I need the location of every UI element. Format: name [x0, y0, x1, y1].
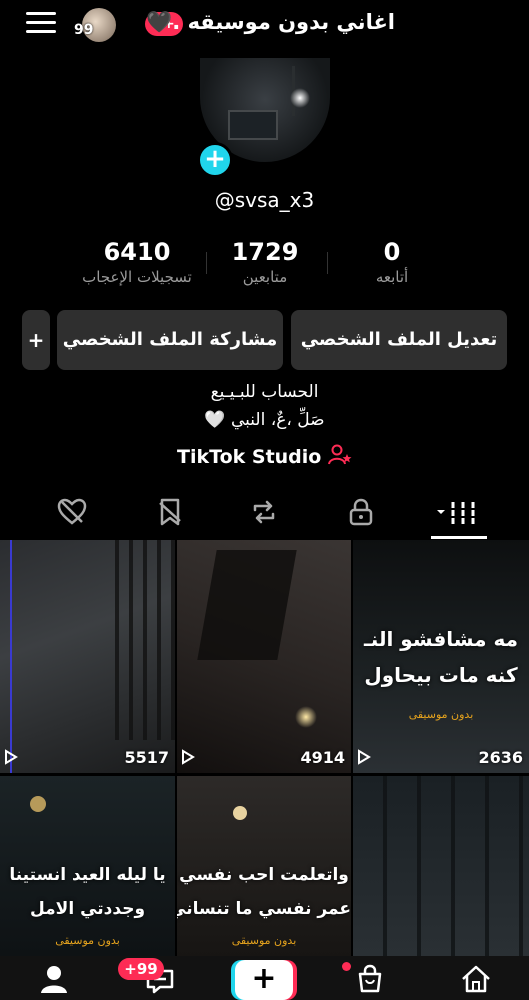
- tab-videos[interactable]: [432, 492, 482, 532]
- video-tile[interactable]: [353, 776, 529, 956]
- followers-count: 1729: [231, 238, 299, 266]
- account-count: 99: [74, 22, 94, 38]
- followers-stat[interactable]: 1729 متابعين: [212, 238, 318, 286]
- bio-line-1: الحساب للبـيـيع: [210, 382, 319, 402]
- home-icon: [462, 965, 490, 993]
- nav-profile[interactable]: [34, 962, 74, 996]
- liked-heart-icon: [57, 498, 87, 525]
- profile-icon: [41, 966, 67, 993]
- tab-liked[interactable]: [52, 492, 92, 532]
- tile-caption-line-1: يا ليله العيد انستينا: [9, 865, 166, 885]
- tile-caption-line-2: عمر نفسي ما تنساني: [177, 899, 351, 919]
- add-friend-button[interactable]: +: [22, 310, 50, 370]
- view-count: 5517: [124, 748, 169, 767]
- tab-private[interactable]: [341, 492, 381, 532]
- inbox-badge: +99: [118, 958, 164, 980]
- tab-reposts[interactable]: [244, 492, 284, 532]
- tile-caption-line-2: كنه مات بيحاول: [364, 663, 518, 687]
- likes-label: تسجيلات الإعجاب: [82, 268, 192, 286]
- creator-icon: [327, 444, 352, 465]
- video-tile[interactable]: يا ليله العيد انستينا وجددتي الامل بدون …: [0, 776, 175, 956]
- shop-notification-dot: [342, 962, 351, 971]
- play-icon: [182, 749, 195, 765]
- video-tile[interactable]: مه مشافشو النـ كنه مات بيحاول بدون موسيق…: [353, 540, 529, 773]
- tile-caption-line-1: واتعلمت احب نفسي: [179, 865, 349, 885]
- stat-divider: [206, 252, 207, 274]
- tile-caption-line-2: وجددتي الامل: [29, 899, 146, 919]
- following-label: أتابعه: [375, 268, 409, 286]
- tab-favorites[interactable]: [150, 492, 190, 532]
- nav-shop[interactable]: [350, 962, 390, 996]
- tile-caption-line-1: مه مشافشو النـ: [363, 627, 519, 651]
- studio-label: TikTok Studio: [177, 446, 322, 468]
- following-count: 0: [383, 238, 401, 266]
- username: @svsa_x3: [214, 188, 315, 212]
- repost-icon: [253, 500, 275, 524]
- followers-label: متابعين: [242, 268, 288, 286]
- video-tile[interactable]: 5517: [0, 540, 175, 773]
- shop-bag-icon: [358, 964, 382, 993]
- play-icon: [358, 749, 371, 765]
- header-title[interactable]: اغاني بدون موسيقه .🖤: [146, 10, 395, 35]
- videos-grid-icon: [437, 502, 476, 524]
- menu-icon[interactable]: [26, 12, 56, 36]
- add-story-icon[interactable]: +: [197, 142, 233, 178]
- bookmark-icon: [159, 498, 181, 526]
- view-count: 2636: [478, 748, 523, 767]
- create-button[interactable]: +: [235, 960, 293, 1000]
- video-tile[interactable]: واتعلمت احب نفسي عمر نفسي ما تنساني بدون…: [177, 776, 351, 956]
- profile-tabs: [0, 492, 529, 540]
- share-profile-button[interactable]: مشاركة الملف الشخصي: [57, 310, 283, 370]
- bio-line-2: صَلِّ ،عٌ، النبي 🤍: [204, 410, 325, 430]
- view-count: 4914: [300, 748, 345, 767]
- video-grid: 5517 4914 مه مشافشو النـ كنه مات بيحاول …: [0, 540, 529, 956]
- top-header: 99 9+ اغاني بدون موسيقه .🖤: [0, 0, 529, 52]
- active-tab-indicator: [431, 536, 487, 539]
- following-stat[interactable]: 0 أتابعه: [352, 238, 432, 286]
- tile-watermark: بدون موسيقى: [408, 708, 474, 721]
- play-icon: [5, 749, 18, 765]
- tile-watermark: بدون موسيقى: [55, 934, 120, 947]
- tile-watermark: بدون موسيقى: [231, 934, 297, 947]
- nav-home[interactable]: [456, 962, 496, 996]
- lock-icon: [349, 498, 373, 526]
- likes-stat[interactable]: 6410 تسجيلات الإعجاب: [74, 238, 200, 286]
- edit-profile-button[interactable]: تعديل الملف الشخصي: [291, 310, 507, 370]
- video-tile[interactable]: 4914: [177, 540, 351, 773]
- stat-divider: [327, 252, 328, 274]
- tiktok-studio-link[interactable]: TikTok Studio: [0, 444, 529, 468]
- likes-count: 6410: [103, 238, 171, 266]
